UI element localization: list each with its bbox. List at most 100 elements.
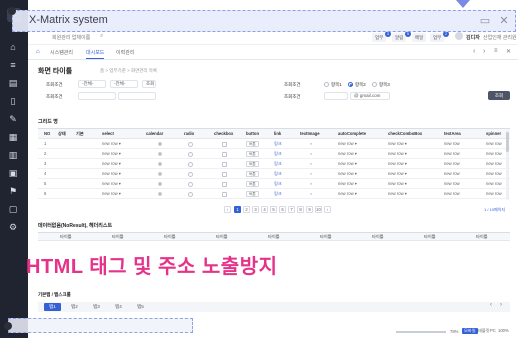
row-checkbox[interactable] [222, 162, 227, 167]
page-10[interactable]: 10 [315, 206, 322, 213]
grid-col-button[interactable]: button [246, 129, 259, 139]
tab-dashboard[interactable]: 대시보드 [86, 48, 105, 59]
home-icon[interactable]: ⌂ [7, 42, 19, 53]
breadcrumb-item-1[interactable]: 업무기준 [109, 68, 126, 73]
page-8[interactable]: 8 [297, 206, 304, 213]
file-icon[interactable]: ▯ [7, 96, 19, 107]
calendar-icon[interactable]: ▦ [158, 149, 162, 159]
tabs-prev-icon[interactable]: ‹ [490, 302, 492, 308]
zoom-slider[interactable] [396, 331, 446, 333]
row-autocomplete[interactable]: new row ▾ [338, 169, 357, 179]
row-spinner[interactable]: new row [486, 169, 502, 179]
settings-icon[interactable]: ⚙ [7, 222, 19, 233]
row-link[interactable]: 링크 [274, 169, 282, 179]
table-row[interactable]: 4 new row ▾ ▦ 버튼 링크 ⌕ new row ▾ new row ▾ new ro… [38, 169, 510, 179]
grid-col-radio[interactable]: radio [184, 129, 194, 139]
page-2[interactable]: 2 [243, 206, 250, 213]
tab-item-3[interactable]: 탭3 [88, 303, 105, 311]
avatar[interactable] [455, 32, 463, 40]
row-select[interactable]: new row ▾ [102, 139, 121, 149]
chevron-right-icon[interactable]: › [483, 48, 485, 55]
row-link[interactable]: 링크 [274, 159, 282, 169]
tab-item-4[interactable]: 탭4 [110, 303, 127, 311]
calendar-icon[interactable]: ▦ [158, 159, 162, 169]
grid-col-link[interactable]: link [274, 129, 281, 139]
row-textarea[interactable]: new row [444, 169, 460, 179]
row-radio[interactable] [188, 162, 193, 167]
resize-handle-bottom[interactable] [4, 322, 12, 330]
row-textarea[interactable]: new row [444, 179, 460, 189]
row-button[interactable]: 버튼 [246, 151, 259, 157]
email-domain-select[interactable]: @ gmail.com [350, 92, 390, 100]
row-link[interactable]: 링크 [274, 139, 282, 149]
row-select[interactable]: new row ▾ [102, 159, 121, 169]
page-4[interactable]: 4 [261, 206, 268, 213]
row-button[interactable]: 버튼 [246, 141, 259, 147]
date-end-input[interactable] [118, 92, 156, 100]
grid-col-select[interactable]: select [102, 129, 114, 139]
close-icon[interactable]: ✕ [498, 16, 510, 27]
search-icon[interactable]: ⌕ [100, 33, 103, 40]
radio-1[interactable] [324, 82, 329, 87]
select-text[interactable]: 조회 [142, 80, 156, 88]
select-b[interactable]: -전체- [110, 80, 138, 88]
row-checkbox[interactable] [222, 152, 227, 157]
row-select[interactable]: new row ▾ [102, 179, 121, 189]
tab-history[interactable]: 이력관리 [116, 48, 134, 59]
grid-col-no[interactable]: NO [44, 129, 50, 139]
grid-col-textarea[interactable]: textArea [444, 129, 461, 139]
grid-col-상태[interactable]: 상태 [58, 129, 66, 139]
tabs-next-icon[interactable]: › [500, 302, 502, 308]
resize-handle-left[interactable] [8, 7, 16, 15]
page-6[interactable]: 6 [279, 206, 286, 213]
page-5[interactable]: 5 [270, 206, 277, 213]
row-autocomplete[interactable]: new row ▾ [338, 139, 357, 149]
row-autocomplete[interactable]: new row ▾ [338, 149, 357, 159]
breadcrumb-home[interactable]: 홈 [100, 68, 104, 73]
mode-mobile[interactable]: 모바일 [462, 328, 478, 334]
search-icon[interactable]: ⌕ [310, 149, 312, 159]
email-id-input[interactable] [324, 92, 348, 100]
pager-prev-icon[interactable]: ‹ [224, 206, 231, 213]
radio-3[interactable] [372, 82, 377, 87]
grid-icon[interactable]: ▦ [7, 132, 19, 143]
chevron-left-icon[interactable]: ‹ [473, 48, 475, 55]
table-row[interactable]: 2 new row ▾ ▦ 버튼 링크 ⌕ new row ▾ new row ▾ new ro… [38, 149, 510, 159]
pager-next-icon[interactable]: › [324, 206, 331, 213]
table-row[interactable]: 5 new row ▾ ▦ 버튼 링크 ⌕ new row ▾ new row ▾ new ro… [38, 179, 510, 189]
row-select[interactable]: new row ▾ [102, 169, 121, 179]
row-checkbox[interactable] [222, 192, 227, 197]
grid-col-textimage[interactable]: textImage [300, 129, 320, 139]
calendar-icon[interactable]: ▦ [158, 179, 162, 189]
row-button[interactable]: 버튼 [246, 161, 259, 167]
chart-icon[interactable]: ▥ [7, 150, 19, 161]
search-icon[interactable]: ⌕ [310, 159, 312, 169]
row-combo[interactable]: new row ▾ [388, 179, 407, 189]
row-combo[interactable]: new row ▾ [388, 189, 407, 199]
row-button[interactable]: 버튼 [246, 191, 259, 197]
row-link[interactable]: 링크 [274, 149, 282, 159]
row-spinner[interactable]: new row [486, 139, 502, 149]
table-row[interactable]: 6 new row ▾ ▦ 버튼 링크 ⌕ new row ▾ new row ▾ new ro… [38, 189, 510, 199]
tab-system[interactable]: 시스템관리 [50, 48, 73, 59]
row-spinner[interactable]: new row [486, 159, 502, 169]
row-textarea[interactable]: new row [444, 159, 460, 169]
tab-item-2[interactable]: 탭2 [66, 303, 83, 311]
calendar-icon[interactable]: ▦ [158, 189, 162, 199]
search-icon[interactable]: ⌕ [310, 169, 312, 179]
edit-icon[interactable]: ✎ [7, 114, 19, 125]
home-icon[interactable]: ⌂ [36, 49, 40, 55]
date-start-input[interactable] [78, 92, 116, 100]
page-9[interactable]: 9 [306, 206, 313, 213]
row-link[interactable]: 링크 [274, 179, 282, 189]
table-row[interactable]: 1 new row ▾ ▦ 버튼 링크 ⌕ new row ▾ new row ▾ new ro… [38, 139, 510, 149]
document-icon[interactable]: ▤ [7, 78, 19, 89]
list-icon[interactable]: ≡ [7, 60, 19, 71]
row-combo[interactable]: new row ▾ [388, 139, 407, 149]
row-select[interactable]: new row ▾ [102, 149, 121, 159]
flag-icon[interactable]: ⚑ [7, 186, 19, 197]
search-icon[interactable]: ⌕ [310, 189, 312, 199]
row-radio[interactable] [188, 172, 193, 177]
row-spinner[interactable]: new row [486, 179, 502, 189]
close-icon[interactable]: ✕ [506, 48, 511, 55]
